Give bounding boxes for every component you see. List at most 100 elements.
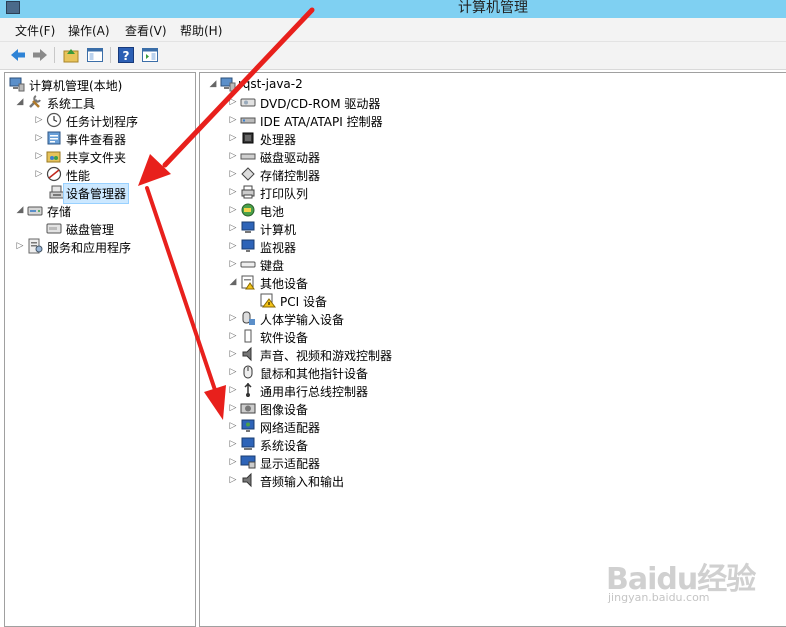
device-category-label: IDE ATA/ATAPI 控制器 bbox=[260, 115, 383, 129]
title-bar: 计算机管理 bbox=[0, 0, 786, 18]
expand-arrow-icon[interactable]: ▷ bbox=[228, 438, 238, 450]
computer-management-app-icon bbox=[6, 1, 20, 14]
navigation-tree-pane[interactable]: 计算机管理(本地) ◢ 系统工具 ▷ 任务计划程序 ▷ 事件查看器 ▷ 共享文件… bbox=[4, 72, 196, 627]
clock-icon bbox=[46, 112, 62, 128]
system-device-icon bbox=[240, 436, 256, 452]
device-category-label: 存储控制器 bbox=[260, 169, 321, 183]
battery-icon bbox=[240, 202, 256, 218]
processor-icon bbox=[240, 130, 256, 146]
device-category-label: PCI 设备 bbox=[280, 295, 327, 309]
show-tree-icon[interactable] bbox=[86, 46, 104, 64]
device-category-label: 人体学输入设备 bbox=[260, 313, 345, 327]
computer-icon bbox=[240, 220, 256, 236]
device-category-label: 网络适配器 bbox=[260, 421, 321, 435]
expand-arrow-icon[interactable]: ▷ bbox=[228, 186, 238, 198]
expand-arrow-icon[interactable]: ▷ bbox=[228, 402, 238, 414]
system-tools-icon bbox=[27, 94, 43, 110]
expand-arrow-icon[interactable]: ▷ bbox=[34, 150, 44, 162]
menu-help[interactable]: 帮助(H) bbox=[180, 22, 222, 39]
toolbar: ? bbox=[0, 42, 786, 70]
computer-icon bbox=[220, 76, 236, 92]
device-category-label: 声音、视频和游戏控制器 bbox=[260, 349, 393, 363]
expand-arrow-icon[interactable]: ▷ bbox=[34, 114, 44, 126]
other-devices-icon bbox=[240, 274, 256, 290]
device-category-label: 其他设备 bbox=[260, 277, 309, 291]
device-category-label: 键盘 bbox=[260, 259, 285, 273]
device-category-label: 显示适配器 bbox=[260, 457, 321, 471]
expand-arrow-icon[interactable]: ▷ bbox=[228, 222, 238, 234]
expand-arrow-icon[interactable]: ▷ bbox=[228, 96, 238, 108]
forward-icon[interactable] bbox=[31, 46, 49, 64]
expand-arrow-icon[interactable]: ▷ bbox=[228, 240, 238, 252]
usb-controller-icon bbox=[240, 382, 256, 398]
imaging-device-icon bbox=[240, 400, 256, 416]
help-icon[interactable]: ? bbox=[117, 46, 135, 64]
expand-arrow-icon[interactable]: ▷ bbox=[228, 474, 238, 486]
menu-action[interactable]: 操作(A) bbox=[68, 22, 110, 39]
performance-icon bbox=[46, 166, 62, 182]
device-category-label: 计算机 bbox=[260, 223, 297, 237]
expand-arrow-icon[interactable]: ▷ bbox=[228, 132, 238, 144]
pci-device-warning-icon bbox=[260, 292, 276, 308]
toolbar-separator bbox=[54, 47, 55, 63]
device-tree-pane[interactable]: ◢ rqst-java-2 ▷ DVD/CD-ROM 驱动器 ▷ IDE ATA/AT… bbox=[199, 72, 786, 627]
audio-io-icon bbox=[240, 472, 256, 488]
storage-controller-icon bbox=[240, 166, 256, 182]
disk-management-icon bbox=[46, 220, 62, 236]
shared-folder-icon bbox=[46, 148, 62, 164]
device-category-label: 监视器 bbox=[260, 241, 297, 255]
expand-arrow-icon[interactable]: ▷ bbox=[228, 330, 238, 342]
ide-controller-icon bbox=[240, 112, 256, 128]
expand-arrow-icon[interactable]: ▷ bbox=[228, 312, 238, 324]
expand-arrow-icon[interactable]: ▷ bbox=[34, 132, 44, 144]
sound-icon bbox=[240, 346, 256, 362]
expand-arrow-icon[interactable]: ▷ bbox=[228, 150, 238, 162]
services-apps-icon bbox=[27, 238, 43, 254]
dvd-drive-icon bbox=[240, 94, 256, 110]
device-category-label: DVD/CD-ROM 驱动器 bbox=[260, 97, 381, 111]
up-folder-icon[interactable] bbox=[62, 46, 80, 64]
expand-arrow-icon[interactable]: ▷ bbox=[34, 168, 44, 180]
display-adapter-icon bbox=[240, 454, 256, 470]
monitor-icon bbox=[240, 238, 256, 254]
action-pane-icon[interactable] bbox=[141, 46, 159, 64]
expand-arrow-icon[interactable]: ▷ bbox=[228, 348, 238, 360]
expand-arrow-icon[interactable]: ▷ bbox=[15, 240, 25, 252]
expand-arrow-icon[interactable]: ▷ bbox=[228, 204, 238, 216]
software-device-icon bbox=[240, 328, 256, 344]
collapse-arrow-icon[interactable]: ◢ bbox=[208, 78, 218, 90]
device-category-label: 打印队列 bbox=[260, 187, 309, 201]
expand-arrow-icon[interactable]: ▷ bbox=[228, 366, 238, 378]
back-icon[interactable] bbox=[9, 46, 27, 64]
print-queue-icon bbox=[240, 184, 256, 200]
menu-view[interactable]: 查看(V) bbox=[125, 22, 167, 39]
hid-icon bbox=[240, 310, 256, 326]
expand-arrow-icon[interactable]: ▷ bbox=[228, 114, 238, 126]
expand-arrow-icon[interactable]: ▷ bbox=[228, 168, 238, 180]
expand-arrow-icon[interactable]: ▷ bbox=[228, 420, 238, 432]
collapse-arrow-icon[interactable]: ◢ bbox=[15, 96, 25, 108]
svg-text:?: ? bbox=[123, 49, 130, 63]
device-category-label: 电池 bbox=[260, 205, 285, 219]
toolbar-separator bbox=[110, 47, 111, 63]
expand-arrow-icon[interactable]: ▷ bbox=[228, 384, 238, 396]
storage-icon bbox=[27, 202, 43, 218]
menu-file[interactable]: 文件(F) bbox=[15, 22, 55, 39]
event-viewer-icon bbox=[46, 130, 62, 146]
keyboard-icon bbox=[240, 256, 256, 272]
disk-drive-icon bbox=[240, 148, 256, 164]
device-category-label: 软件设备 bbox=[260, 331, 309, 345]
collapse-arrow-icon[interactable]: ◢ bbox=[228, 276, 238, 288]
device-category-label: 音频输入和输出 bbox=[260, 475, 345, 489]
expand-arrow-icon[interactable]: ▷ bbox=[228, 258, 238, 270]
menu-bar: 文件(F) 操作(A) 查看(V) 帮助(H) bbox=[0, 18, 786, 42]
device-category-label: 图像设备 bbox=[260, 403, 309, 417]
collapse-arrow-icon[interactable]: ◢ bbox=[15, 204, 25, 216]
expand-arrow-icon[interactable]: ▷ bbox=[228, 456, 238, 468]
device-category-label: 鼠标和其他指针设备 bbox=[260, 367, 369, 381]
window-title: 计算机管理 bbox=[458, 0, 528, 16]
device-category-label: 通用串行总线控制器 bbox=[260, 385, 369, 399]
mouse-icon bbox=[240, 364, 256, 380]
computer-management-icon bbox=[9, 76, 25, 92]
device-category-label: 处理器 bbox=[260, 133, 297, 147]
